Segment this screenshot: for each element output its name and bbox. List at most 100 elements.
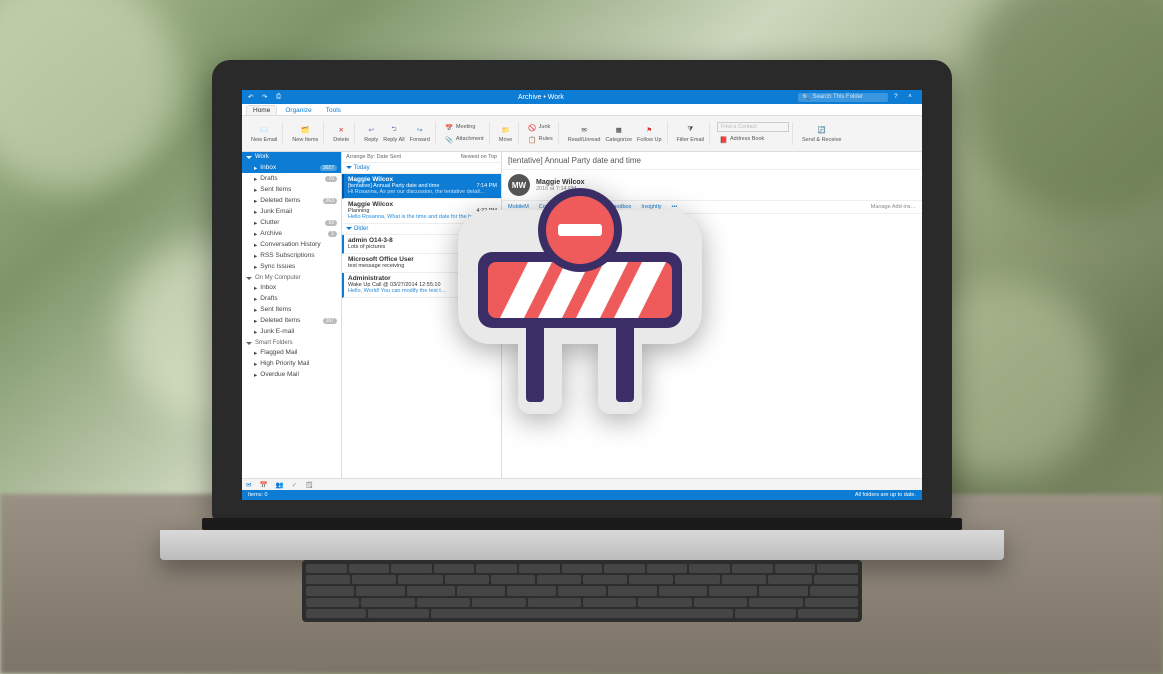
status-bar: Items: 0 All folders are up to date. bbox=[242, 490, 922, 500]
addin-link[interactable]: MobileM bbox=[508, 204, 529, 210]
arrange-by[interactable]: Arrange By: Date Sent bbox=[346, 154, 401, 160]
read-unread-button[interactable]: ✉ Read/Unread bbox=[566, 122, 603, 145]
folder-clutter[interactable]: ▸Clutter93 bbox=[242, 217, 341, 228]
delete-button[interactable]: ✕ Delete bbox=[331, 122, 351, 145]
folder-icon: ▸ bbox=[254, 175, 257, 183]
folder-inbox[interactable]: ▸Inbox3027 bbox=[242, 162, 341, 173]
attachment-button[interactable]: 📎 Attachment bbox=[443, 134, 486, 145]
send-receive-button[interactable]: 🔄 Send & Receive bbox=[800, 122, 843, 145]
folder-archive[interactable]: ▸Archive1 bbox=[242, 228, 341, 239]
addin-link[interactable]: Insightly bbox=[641, 204, 661, 210]
undo-icon[interactable]: ↶ bbox=[248, 93, 256, 101]
notes-view-icon[interactable]: 🗒 bbox=[305, 481, 313, 489]
message-item[interactable]: admin O14-3-8Lots of pictures bbox=[342, 235, 501, 254]
count-badge: 1 bbox=[328, 231, 337, 237]
move-button[interactable]: 📁 Move bbox=[497, 122, 515, 145]
message-list: Arrange By: Date Sent Newest on Top Toda… bbox=[342, 152, 502, 490]
chevron-down-icon bbox=[246, 277, 252, 280]
reply-icon: ↩ bbox=[364, 123, 378, 137]
message-item[interactable]: AdministratorWake Up Call @ 03/27/2014 1… bbox=[342, 273, 501, 298]
tasks-view-icon[interactable]: ✓ bbox=[292, 481, 297, 489]
search-icon: 🔍 bbox=[802, 94, 809, 101]
folder-junk-email[interactable]: ▸Junk Email bbox=[242, 206, 341, 217]
message-item[interactable]: Microsoft Office Usertest message receiv… bbox=[342, 254, 501, 273]
folder-icon: ▸ bbox=[254, 306, 257, 314]
status-items: Items: 0 bbox=[248, 492, 268, 498]
folder-sent-items[interactable]: ▸Sent Items bbox=[242, 184, 341, 195]
msg-group-header[interactable]: Today bbox=[342, 163, 501, 174]
email-from: Maggie Wilcox bbox=[536, 179, 585, 186]
calendar-view-icon[interactable]: 📅 bbox=[259, 481, 267, 489]
addin-link[interactable]: ••• bbox=[672, 204, 678, 210]
msg-preview: Hello Rosanna, What is the time and date… bbox=[348, 214, 497, 220]
folder-rss-subscriptions[interactable]: ▸RSS Subscriptions bbox=[242, 250, 341, 261]
help-icon[interactable]: ? bbox=[894, 93, 902, 101]
junk-icon: 🚫 bbox=[528, 123, 537, 132]
message-item[interactable]: Maggie Wilcox[tentative] Annual Party da… bbox=[342, 174, 501, 199]
window-title: Archive • Work bbox=[518, 94, 564, 101]
nav-bar: ✉ 📅 👥 ✓ 🗒 bbox=[242, 478, 922, 490]
find-contact-input[interactable]: Find a Contact bbox=[717, 122, 789, 132]
move-icon: 📁 bbox=[499, 123, 513, 137]
print-icon[interactable]: ⎙ bbox=[276, 93, 284, 101]
folder-overdue-mail[interactable]: ▸Overdue Mail bbox=[242, 369, 341, 380]
junk-button[interactable]: 🚫 Junk bbox=[526, 122, 553, 133]
follow-up-button[interactable]: ⚑ Follow Up bbox=[635, 122, 663, 145]
addin-link[interactable]: Salesforce Sandbox bbox=[582, 204, 631, 210]
email-subject: [tentative] Annual Party date and time bbox=[502, 152, 922, 170]
on-my-computer-group[interactable]: On My Computer bbox=[242, 272, 341, 282]
new-email-button[interactable]: ✉️ New Email bbox=[249, 122, 279, 145]
folder-icon: ▸ bbox=[254, 263, 257, 271]
msg-from: Microsoft Office User bbox=[348, 256, 497, 263]
search-input[interactable]: 🔍 Search This Folder bbox=[798, 93, 888, 102]
forward-button[interactable]: ↪ Forward bbox=[408, 122, 432, 145]
folder-deleted-items[interactable]: ▸Deleted Items167 bbox=[242, 315, 341, 326]
folder-drafts[interactable]: ▸Drafts bbox=[242, 293, 341, 304]
msg-group-header[interactable]: Older bbox=[342, 224, 501, 235]
account-header[interactable]: Work bbox=[242, 152, 341, 162]
meeting-button[interactable]: 📅 Meeting bbox=[443, 122, 478, 133]
smart-folders-group[interactable]: Smart Folders bbox=[242, 337, 341, 347]
chevron-down-icon bbox=[246, 342, 252, 345]
filter-email-button[interactable]: ⧩ Filter Email bbox=[675, 122, 707, 145]
tab-organize[interactable]: Organize bbox=[279, 106, 317, 115]
chevron-up-icon[interactable]: ˄ bbox=[908, 93, 916, 101]
chevron-down-icon bbox=[246, 156, 252, 159]
folder-icon: ▸ bbox=[254, 371, 257, 379]
folder-deleted-items[interactable]: ▸Deleted Items263 bbox=[242, 195, 341, 206]
folder-icon: ▸ bbox=[254, 197, 257, 205]
rules-button[interactable]: 📋 Rules bbox=[526, 134, 555, 145]
msg-preview: Hi Rosanna, As per our discussion, the t… bbox=[348, 189, 497, 195]
folder-junk-e-mail[interactable]: ▸Junk E-mail bbox=[242, 326, 341, 337]
new-items-button2[interactable]: 🗂️ New Items bbox=[290, 122, 320, 145]
tab-home[interactable]: Home bbox=[246, 105, 277, 115]
categorize-icon: ▦ bbox=[612, 123, 626, 137]
reply-button[interactable]: ↩ Reply bbox=[362, 122, 380, 145]
ribbon: ✉️ New Email 🗂️ New Items ✕ Delete bbox=[242, 116, 922, 152]
folder-sync-issues[interactable]: ▸Sync Issues bbox=[242, 261, 341, 272]
addin-link[interactable]: CodePen test bbox=[539, 204, 572, 210]
redo-icon[interactable]: ↷ bbox=[262, 93, 270, 101]
folder-inbox[interactable]: ▸Inbox bbox=[242, 282, 341, 293]
tab-tools[interactable]: Tools bbox=[320, 106, 347, 115]
manage-addins-link[interactable]: Manage Add-ins… bbox=[871, 204, 916, 210]
msg-preview: Hello, World! You can modify the text t… bbox=[348, 288, 497, 294]
categorize-button[interactable]: ▦ Categorize bbox=[603, 122, 634, 145]
folder-sent-items[interactable]: ▸Sent Items bbox=[242, 304, 341, 315]
message-item[interactable]: Maggie WilcoxPlanning4:22 PMHello Rosann… bbox=[342, 199, 501, 224]
folder-flagged-mail[interactable]: ▸Flagged Mail bbox=[242, 347, 341, 358]
folder-icon: ▸ bbox=[254, 208, 257, 216]
msg-from: Maggie Wilcox bbox=[348, 176, 497, 183]
folder-icon: ▸ bbox=[254, 164, 257, 172]
folder-drafts[interactable]: ▸Drafts70 bbox=[242, 173, 341, 184]
folder-conversation-history[interactable]: ▸Conversation History bbox=[242, 239, 341, 250]
newest-on-top[interactable]: Newest on Top bbox=[461, 154, 497, 160]
account-name: Work bbox=[255, 154, 269, 160]
folder-high-priority-mail[interactable]: ▸High Priority Mail bbox=[242, 358, 341, 369]
mail-view-icon[interactable]: ✉ bbox=[246, 481, 251, 489]
people-view-icon[interactable]: 👥 bbox=[276, 481, 284, 489]
reply-all-button[interactable]: ⮌ Reply All bbox=[381, 122, 406, 145]
folder-icon: ▸ bbox=[254, 295, 257, 303]
address-book-button[interactable]: 📕 Address Book bbox=[717, 134, 766, 145]
folder-icon: ▸ bbox=[254, 360, 257, 368]
